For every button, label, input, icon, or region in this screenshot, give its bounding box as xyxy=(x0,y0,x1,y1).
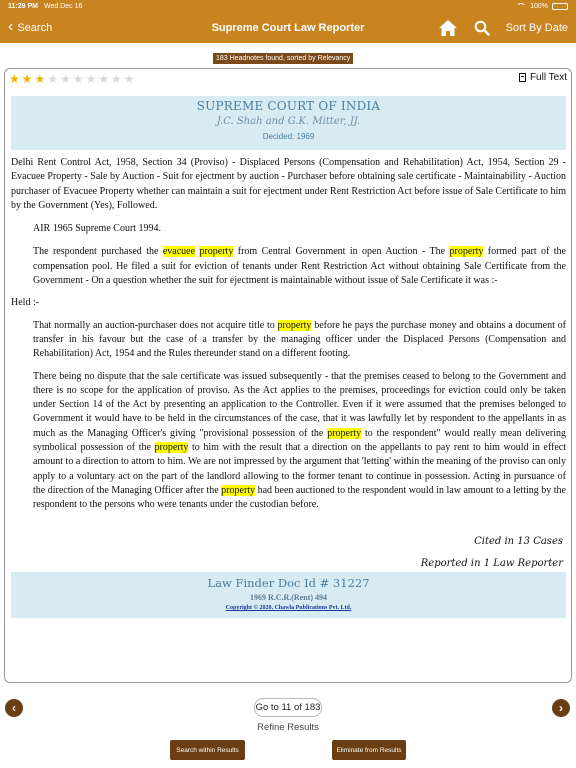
law-finder-citation: 1969 R.C.R.(Rent) 494 xyxy=(249,593,328,602)
battery-icon xyxy=(552,3,568,10)
star-icon[interactable]: ★ xyxy=(124,72,135,86)
star-icon[interactable]: ★ xyxy=(22,72,33,86)
star-icon[interactable]: ★ xyxy=(111,72,122,86)
judges: J.C. Shah and G.K. Mitter, JJ. xyxy=(216,116,361,127)
star-rating[interactable]: ★ ★ ★ ★ ★ ★ ★ ★ ★ ★ xyxy=(9,72,135,86)
headnote-card: ★ ★ ★ ★ ★ ★ ★ ★ ★ ★ Full Text SUPREME CO… xyxy=(4,68,572,683)
chevron-left-icon: ‹ xyxy=(12,701,16,715)
headnote-paragraph: The respondent purchased the evacuee pro… xyxy=(33,246,566,287)
star-icon[interactable]: ★ xyxy=(98,72,109,86)
next-button[interactable]: › xyxy=(552,699,570,717)
search-highlight: property xyxy=(327,427,362,439)
nav-actions: Sort By Date xyxy=(438,19,568,37)
cited-in-link[interactable]: Cited in 13 Cases xyxy=(421,531,563,553)
headnote-intro: Delhi Rent Control Act, 1958, Section 34… xyxy=(11,157,566,211)
full-text-button[interactable]: Full Text xyxy=(518,72,567,83)
back-label: Search xyxy=(17,22,53,34)
search-highlight: property xyxy=(154,442,189,454)
chevron-left-icon: ‹ xyxy=(8,18,14,35)
goto-page-button[interactable]: Go to 11 of 183 xyxy=(254,698,322,717)
home-icon[interactable] xyxy=(438,19,458,37)
copyright-link[interactable]: Copyright © 2020, Chawla Publications Pv… xyxy=(11,605,566,611)
search-highlight: property xyxy=(221,484,256,496)
refine-results-link[interactable]: Refine Results xyxy=(0,722,576,733)
search-within-results-button[interactable]: Search within Results xyxy=(170,740,245,760)
chevron-right-icon: › xyxy=(559,701,563,715)
full-text-label: Full Text xyxy=(529,72,567,83)
search-highlight: evacuee xyxy=(162,246,196,258)
search-icon[interactable] xyxy=(474,20,490,36)
law-finder-box: Law Finder Doc Id # 31227 1969 R.C.R.(Re… xyxy=(11,572,566,618)
search-highlight: property xyxy=(449,246,484,258)
star-icon[interactable]: ★ xyxy=(47,72,58,86)
court-header: SUPREME COURT OF INDIA J.C. Shah and G.K… xyxy=(11,96,566,150)
back-button[interactable]: ‹ Search xyxy=(8,18,53,35)
decided-date: Decided: 1969 xyxy=(262,132,315,141)
law-finder-doc-id: Law Finder Doc Id # 31227 xyxy=(207,576,370,590)
star-icon[interactable]: ★ xyxy=(60,72,71,86)
wifi-icon xyxy=(516,3,527,10)
document-icon xyxy=(518,73,526,82)
previous-button[interactable]: ‹ xyxy=(5,699,23,717)
headnote-paragraph: There being no dispute that the sale cer… xyxy=(33,370,566,511)
star-icon[interactable]: ★ xyxy=(35,72,46,86)
search-highlight: property xyxy=(277,319,312,331)
citation-stats: Cited in 13 Cases Reported in 1 Law Repo… xyxy=(421,531,563,575)
star-icon[interactable]: ★ xyxy=(73,72,84,86)
status-date: Wed Dec 16 xyxy=(43,3,83,10)
results-count-banner: 183 Headnotes found, sorted by Relevancy xyxy=(213,53,354,64)
air-citation: AIR 1965 Supreme Court 1994. xyxy=(33,223,162,235)
eliminate-from-results-button[interactable]: Eliminate from Results xyxy=(332,740,406,760)
status-bar: 11:29 PM Wed Dec 16 100% xyxy=(0,0,576,13)
headnote-paragraph: That normally an auction-purchaser does … xyxy=(33,319,566,360)
status-time: 11:29 PM xyxy=(8,3,38,10)
status-right: 100% xyxy=(516,3,568,10)
star-icon[interactable]: ★ xyxy=(86,72,97,86)
sort-by-date-button[interactable]: Sort By Date xyxy=(506,22,568,34)
battery-percent: 100% xyxy=(530,3,548,10)
court-name: SUPREME COURT OF INDIA xyxy=(196,99,381,113)
nav-bar: ‹ Search Supreme Court Law Reporter Sort… xyxy=(0,13,576,43)
search-highlight: property xyxy=(199,246,234,258)
held-label: Held :- xyxy=(11,297,40,309)
star-icon[interactable]: ★ xyxy=(9,72,20,86)
headnote-body: Delhi Rent Control Act, 1958, Section 34… xyxy=(11,156,566,513)
